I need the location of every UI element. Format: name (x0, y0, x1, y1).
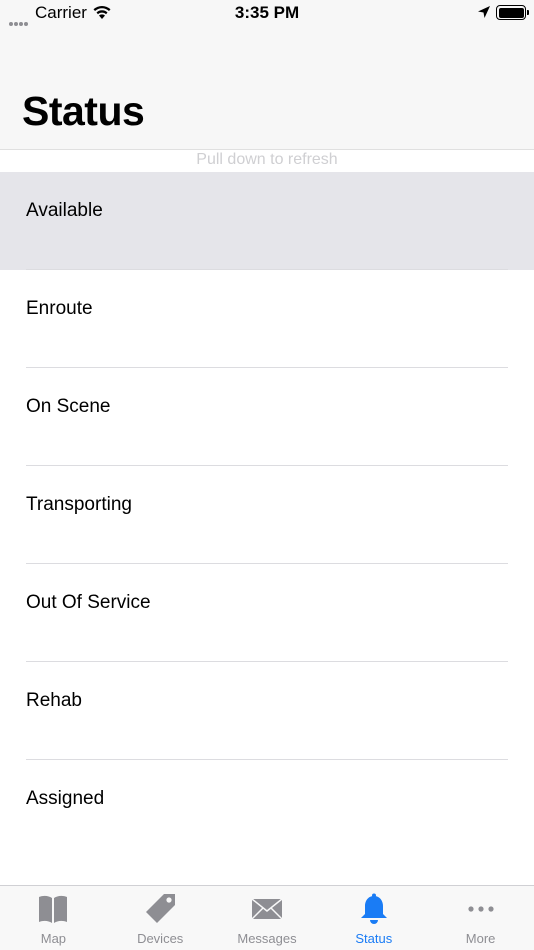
tab-label: Messages (237, 931, 297, 946)
tab-label: More (465, 931, 496, 946)
pull-to-refresh-hint: Pull down to refresh (196, 151, 338, 168)
tab-map[interactable]: Map (0, 886, 107, 950)
clock-time: 3:35 PM (234, 3, 300, 22)
status-option-out-of-service[interactable]: Out Of Service (0, 564, 534, 662)
tab-devices[interactable]: Devices (107, 886, 214, 950)
status-option-label: On Scene (26, 396, 111, 417)
status-option-label: Transporting (26, 494, 132, 515)
status-option-transporting[interactable]: Transporting (0, 466, 534, 564)
envelope-icon (214, 892, 321, 926)
location-arrow-icon (477, 5, 491, 24)
status-list: Available Enroute On Scene Transporting … (0, 172, 534, 858)
tag-icon (107, 892, 214, 926)
tab-label: Status (355, 931, 393, 946)
status-option-rehab[interactable]: Rehab (0, 662, 534, 760)
navigation-header: Status (0, 28, 534, 150)
tab-label: Devices (137, 931, 184, 946)
tab-bar: Map Devices Messages Status More (0, 885, 534, 950)
status-option-on-scene[interactable]: On Scene (0, 368, 534, 466)
battery-icon (496, 5, 529, 20)
status-bar: Carrier 3:35 PM (0, 0, 534, 28)
tab-status[interactable]: Status (320, 886, 427, 950)
status-option-label: Assigned (26, 788, 105, 809)
status-option-enroute[interactable]: Enroute (0, 270, 534, 368)
tab-more[interactable]: More (427, 886, 534, 950)
book-map-icon (0, 892, 107, 926)
bell-icon (320, 892, 427, 926)
more-dots-icon (427, 892, 534, 926)
status-option-label: Available (26, 200, 103, 221)
page-title: Status (22, 88, 145, 134)
tab-label: Map (40, 931, 67, 946)
status-option-label: Enroute (26, 298, 93, 319)
status-option-available[interactable]: Available (0, 172, 534, 270)
tab-messages[interactable]: Messages (214, 886, 321, 950)
status-option-label: Out Of Service (26, 592, 151, 613)
status-option-label: Rehab (26, 690, 82, 711)
status-option-assigned[interactable]: Assigned (0, 760, 534, 858)
